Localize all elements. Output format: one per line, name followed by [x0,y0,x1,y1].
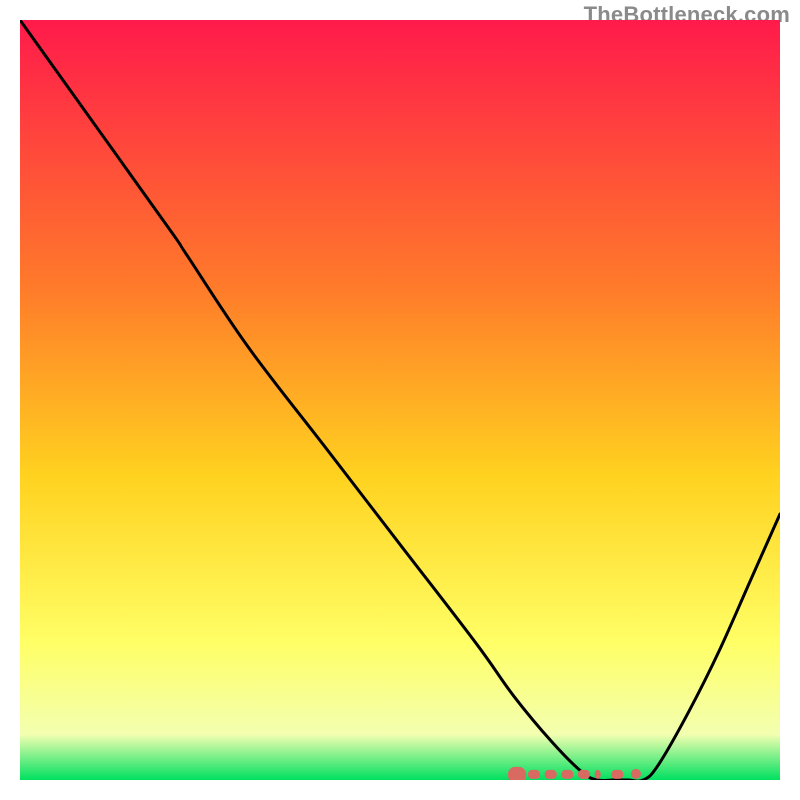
marker-dot [631,769,641,779]
marker-blob [508,767,526,780]
marker-dash [611,770,623,779]
marker-dash [528,770,540,779]
gradient-background [20,20,780,780]
plot-area [20,20,780,780]
chart-stage: TheBottleneck.com [0,0,800,800]
marker-dash [545,770,557,779]
chart-svg [20,20,780,780]
marker-dash [578,770,590,779]
marker-dash [595,770,601,779]
marker-dash [561,770,573,779]
